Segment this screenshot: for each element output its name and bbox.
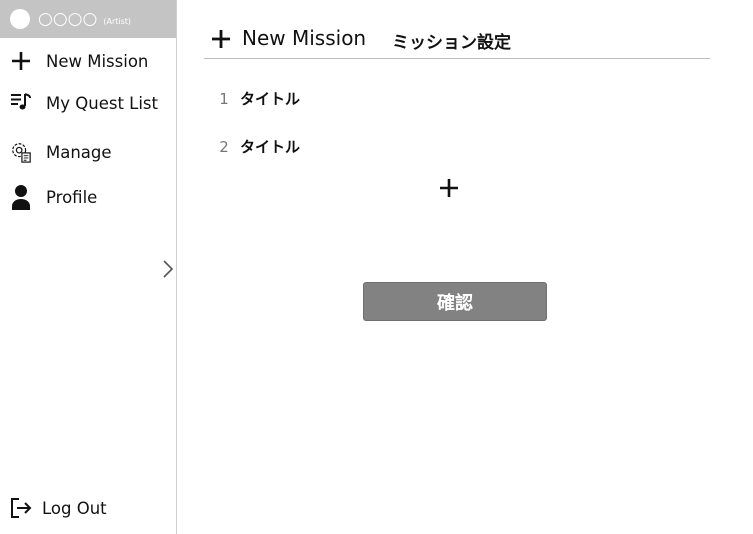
chevron-right-icon[interactable] bbox=[160, 258, 176, 280]
mission-item[interactable]: 1 タイトル bbox=[218, 88, 300, 109]
avatar bbox=[10, 9, 30, 29]
add-mission-button[interactable] bbox=[438, 177, 460, 199]
mission-number: 2 bbox=[219, 137, 229, 156]
sidebar-item-label: My Quest List bbox=[46, 93, 158, 113]
sidebar: ○○○○ (Artist) New Mission My Quest List bbox=[0, 0, 177, 534]
sidebar-item-label: Manage bbox=[46, 142, 112, 162]
logout-label: Log Out bbox=[42, 498, 107, 518]
confirm-button[interactable]: 確認 bbox=[363, 282, 547, 321]
sidebar-item-my-quest-list[interactable]: My Quest List bbox=[0, 91, 176, 115]
plus-icon[interactable] bbox=[210, 28, 232, 50]
user-bar[interactable]: ○○○○ (Artist) bbox=[0, 0, 176, 38]
sidebar-item-label: New Mission bbox=[46, 51, 149, 71]
playlist-icon bbox=[10, 92, 32, 114]
mission-title: タイトル bbox=[240, 138, 301, 156]
person-icon bbox=[10, 185, 32, 210]
page-header: New Mission ミッション設定 bbox=[204, 26, 710, 59]
logout-button[interactable]: Log Out bbox=[0, 497, 107, 519]
mission-title: タイトル bbox=[240, 90, 301, 108]
mission-item[interactable]: 2 タイトル bbox=[218, 136, 300, 157]
settings-document-icon bbox=[10, 141, 32, 163]
sidebar-item-label: Profile bbox=[46, 187, 98, 207]
user-name: ○○○○ bbox=[38, 9, 98, 29]
plus-icon bbox=[10, 50, 32, 72]
sidebar-item-manage[interactable]: Manage bbox=[0, 139, 176, 165]
page-subtitle: ミッション設定 bbox=[392, 33, 511, 53]
sidebar-item-profile[interactable]: Profile bbox=[0, 183, 176, 211]
page-title: New Mission bbox=[242, 26, 367, 50]
user-role: (Artist) bbox=[103, 16, 132, 26]
sidebar-item-new-mission[interactable]: New Mission bbox=[0, 49, 176, 73]
mission-number: 1 bbox=[219, 89, 229, 108]
logout-icon bbox=[10, 497, 32, 519]
